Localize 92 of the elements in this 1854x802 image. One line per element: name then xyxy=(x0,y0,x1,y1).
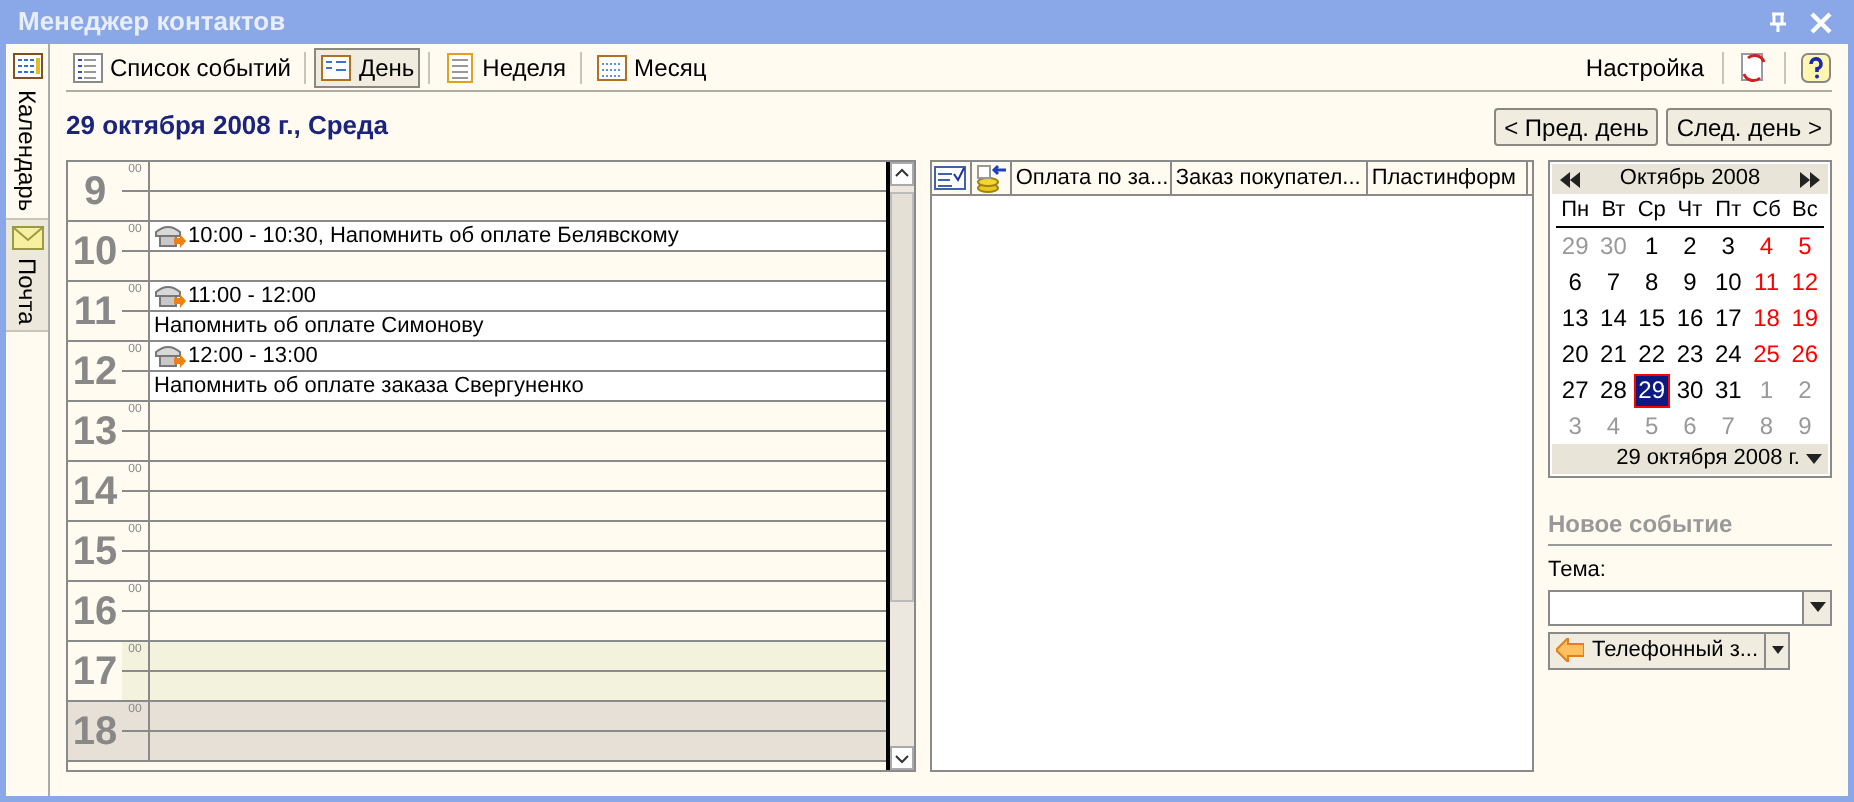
date-heading: 29 октября 2008 г., Среда xyxy=(66,108,388,145)
view-button[interactable]: Месяц xyxy=(590,47,713,87)
weekday-label: Ср xyxy=(1635,196,1668,226)
calendar-day[interactable]: 31 xyxy=(1712,375,1744,405)
weekday-label: Пт xyxy=(1713,196,1744,226)
hour-label: 14 xyxy=(72,471,118,511)
dropdown-button[interactable] xyxy=(1766,631,1791,669)
hour-label: 10 xyxy=(72,231,118,271)
calendar-icon xyxy=(11,50,43,82)
envelope-icon xyxy=(11,225,43,250)
month-title: Октябрь 2008 xyxy=(1617,164,1763,195)
calendar-day[interactable]: 5 xyxy=(1796,231,1814,261)
next-month-icon[interactable] xyxy=(1798,171,1822,187)
calendar-day[interactable]: 29 xyxy=(1636,375,1668,405)
checklist-icon[interactable] xyxy=(934,166,967,190)
calendar-day[interactable]: 28 xyxy=(1598,375,1629,405)
hour-label: 17 xyxy=(72,651,118,691)
calendar-week-icon xyxy=(444,51,477,83)
event-type-button[interactable]: Телефонный з... xyxy=(1548,631,1767,669)
calendar-day[interactable]: 23 xyxy=(1674,339,1706,369)
weekday-label: Чт xyxy=(1675,196,1705,226)
weekday-label: Сб xyxy=(1750,196,1783,226)
event-text[interactable]: 11:00 - 12:00 xyxy=(188,285,317,307)
calendar-day[interactable]: 18 xyxy=(1751,303,1782,333)
weekday-label: Пн xyxy=(1559,196,1592,226)
calendar-day[interactable]: 8 xyxy=(1643,267,1661,297)
calendar-day[interactable]: 20 xyxy=(1559,339,1591,369)
calendar-day[interactable]: 22 xyxy=(1636,339,1668,369)
hour-label: 11 xyxy=(73,291,117,331)
help-icon[interactable] xyxy=(1800,51,1832,83)
calendar-day-icon xyxy=(320,51,353,83)
subject-field[interactable] xyxy=(1548,589,1832,625)
column-header[interactable]: Пластинформ xyxy=(1367,162,1528,194)
next-day-button[interactable]: След. день > xyxy=(1666,107,1832,145)
scroll-up-icon[interactable] xyxy=(889,162,914,186)
calendar-day[interactable]: 3 xyxy=(1719,231,1737,261)
calendar-day[interactable]: 24 xyxy=(1712,339,1744,369)
calendar-month-icon xyxy=(596,51,629,83)
column-header[interactable]: Заказ покупател... xyxy=(1171,162,1368,194)
calendar-day[interactable]: 21 xyxy=(1598,339,1629,369)
date-dropdown[interactable]: 29 октября 2008 г. xyxy=(1552,444,1828,474)
hour-label: 13 xyxy=(72,411,118,451)
dropdown-arrow-icon xyxy=(1771,646,1784,654)
phone-icon xyxy=(154,342,186,370)
calendar-day[interactable]: 9 xyxy=(1681,267,1699,297)
calendar-day[interactable]: 26 xyxy=(1789,339,1821,369)
calendar-day[interactable]: 13 xyxy=(1559,303,1591,333)
settings-button[interactable]: Настройка xyxy=(1581,49,1708,85)
side-tab[interactable]: Почта xyxy=(6,217,48,332)
calendar-day[interactable]: 19 xyxy=(1789,303,1821,333)
calendar-day[interactable]: 25 xyxy=(1751,339,1782,369)
hour-label: 12 xyxy=(72,351,118,391)
scroll-down-icon[interactable] xyxy=(889,746,914,770)
list-icon xyxy=(72,51,104,83)
dropdown-arrow-icon xyxy=(1809,602,1825,612)
scrollbar[interactable] xyxy=(885,162,914,770)
weekday-label: Вс xyxy=(1789,196,1820,226)
calendar-day[interactable]: 4 xyxy=(1757,231,1776,261)
refresh-icon[interactable] xyxy=(1738,51,1770,83)
coins-icon[interactable] xyxy=(974,162,1007,194)
hour-label: 9 xyxy=(83,171,107,211)
weekday-label: Вт xyxy=(1599,196,1628,226)
calendar-day[interactable]: 16 xyxy=(1674,303,1706,333)
calendar-day[interactable]: 14 xyxy=(1598,303,1629,333)
view-button[interactable]: День xyxy=(314,47,421,87)
dropdown-arrow-icon xyxy=(1806,454,1822,464)
phone-icon xyxy=(154,222,186,250)
calendar-day[interactable]: 30 xyxy=(1674,375,1706,405)
calendar-day[interactable]: 2 xyxy=(1681,231,1699,261)
view-button[interactable]: Неделя xyxy=(438,47,573,87)
view-button[interactable]: Список событий xyxy=(66,47,297,87)
hour-label: 16 xyxy=(72,591,118,631)
calendar-day[interactable]: 10 xyxy=(1712,267,1744,297)
hour-label: 15 xyxy=(72,531,118,571)
section-heading: Новое событие xyxy=(1548,506,1832,546)
hour-label: 18 xyxy=(72,711,118,751)
calendar-day[interactable]: 12 xyxy=(1789,267,1821,297)
subject-label: Тема: xyxy=(1548,556,1608,586)
calendar-day[interactable]: 15 xyxy=(1636,303,1668,333)
arrow-left-icon xyxy=(1556,638,1584,662)
calendar-day[interactable]: 7 xyxy=(1604,267,1623,297)
calendar-day[interactable]: 11 xyxy=(1752,267,1781,297)
calendar-day[interactable]: 1 xyxy=(1643,231,1661,261)
window-title: Менеджер контактов xyxy=(18,4,286,41)
event-text[interactable]: 12:00 - 13:00 xyxy=(188,345,318,367)
calendar-day[interactable]: 27 xyxy=(1559,375,1591,405)
calendar-day[interactable]: 17 xyxy=(1712,303,1744,333)
previous-month-icon[interactable] xyxy=(1558,171,1582,187)
prev-day-button[interactable]: < Пред. день xyxy=(1494,107,1659,145)
column-header[interactable]: Оплата по за... xyxy=(1011,162,1172,194)
phone-icon xyxy=(154,282,186,310)
calendar-day[interactable]: 6 xyxy=(1566,267,1584,297)
